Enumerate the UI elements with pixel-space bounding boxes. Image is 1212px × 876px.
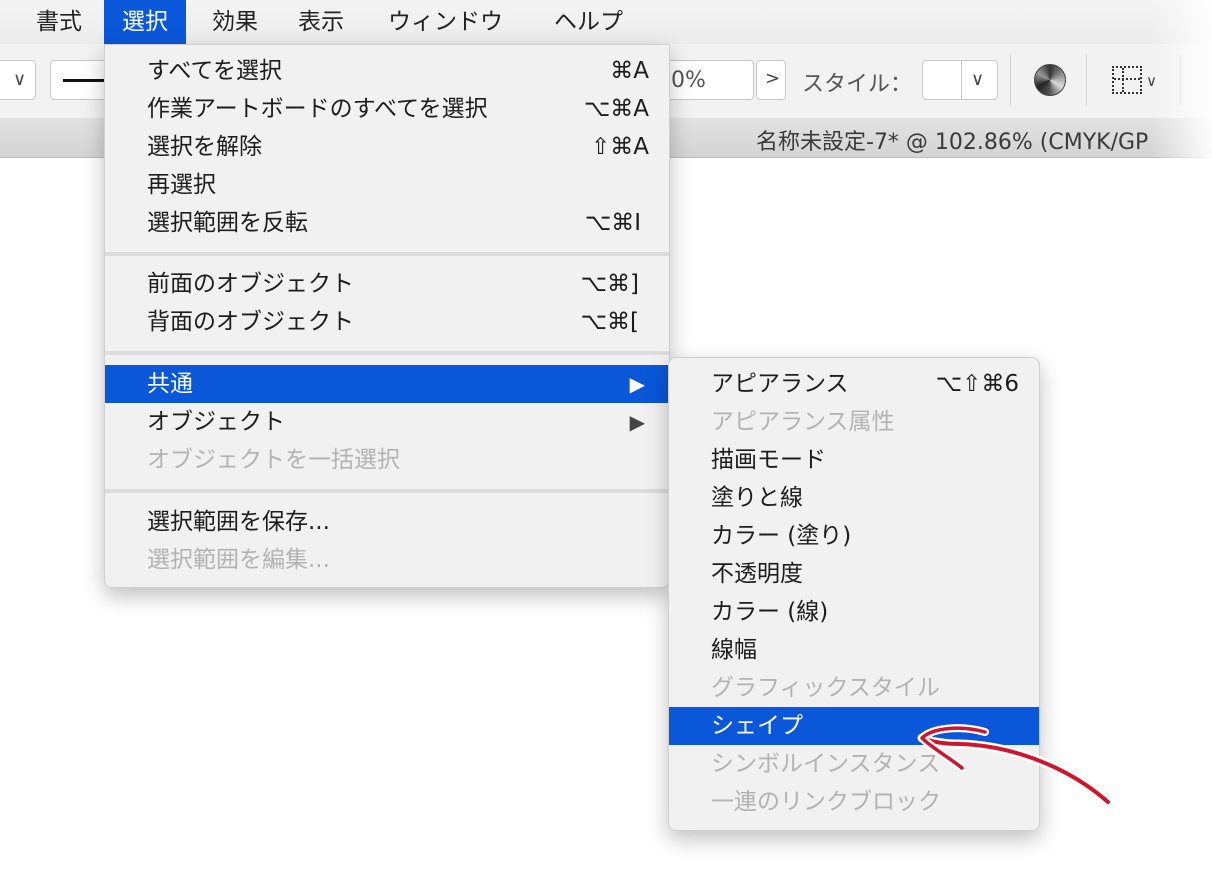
annotation-arrow-icon bbox=[917, 724, 1113, 807]
